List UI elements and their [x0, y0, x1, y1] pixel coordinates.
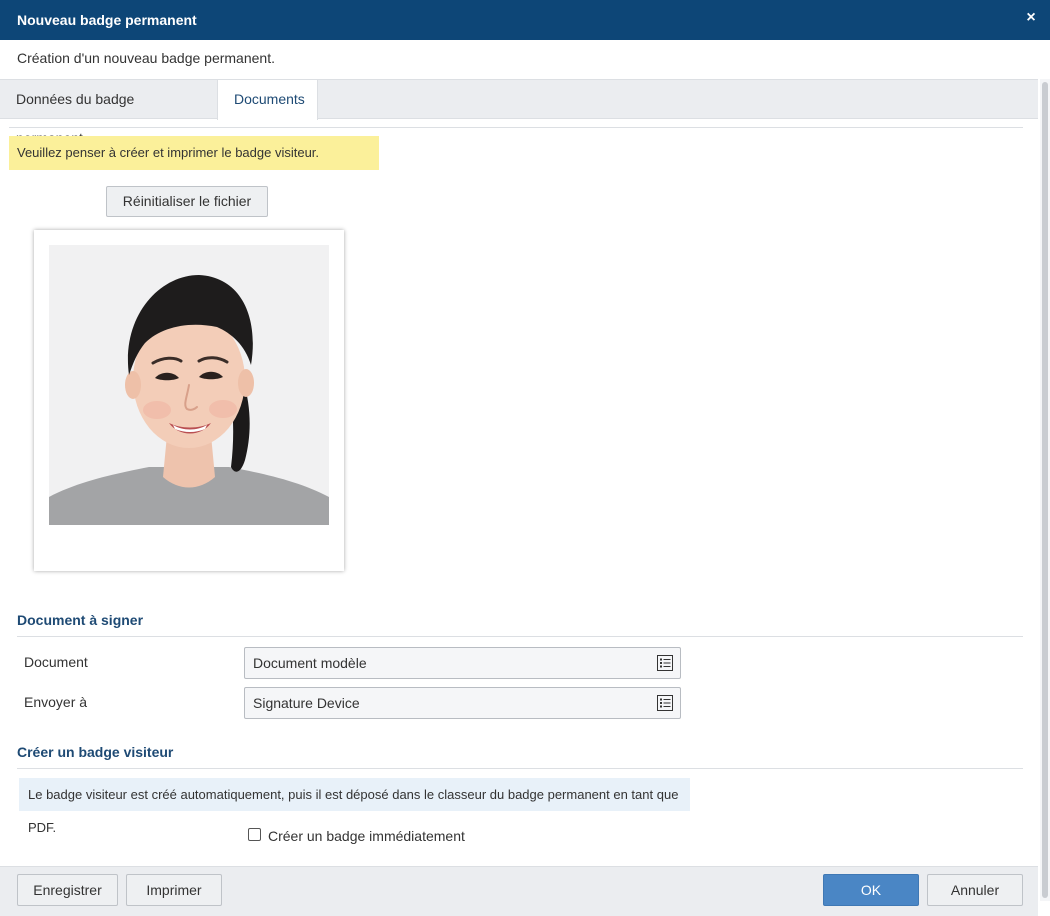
warning-banner: Veuillez penser à créer et imprimer le b… [9, 136, 379, 170]
portrait-photo [49, 245, 329, 531]
save-button[interactable]: Enregistrer [17, 874, 118, 906]
dialog-subtitle: Création d'un nouveau badge permanent. [17, 50, 275, 66]
send-to-select[interactable]: Signature Device [244, 687, 681, 719]
close-icon[interactable]: × [1022, 9, 1040, 27]
create-badge-label[interactable]: Créer un badge immédiatement [268, 828, 465, 844]
list-icon[interactable] [657, 695, 673, 711]
list-icon[interactable] [657, 655, 673, 671]
scrollbar-thumb[interactable] [1042, 82, 1048, 898]
photo-frame [34, 230, 344, 571]
reset-file-button[interactable]: Réinitialiser le fichier [106, 186, 268, 217]
section-title-sign: Document à signer [17, 612, 144, 628]
divider [17, 768, 1023, 769]
print-button[interactable]: Imprimer [126, 874, 222, 906]
cancel-button[interactable]: Annuler [927, 874, 1023, 906]
dialog-titlebar: Nouveau badge permanent × [0, 0, 1050, 40]
tab-documents[interactable]: Documents [217, 80, 318, 120]
document-select[interactable]: Document modèle [244, 647, 681, 679]
divider [9, 127, 1023, 128]
section-title-visitor: Créer un badge visiteur [17, 744, 174, 760]
send-to-value: Signature Device [253, 695, 360, 711]
tab-badge-data[interactable]: Données du badge permanent [0, 80, 217, 146]
divider [17, 636, 1023, 637]
tab-bar: Données du badge permanent Documents [0, 79, 1038, 146]
info-banner: Le badge visiteur est créé automatiqueme… [19, 778, 690, 835]
field-label-document: Document [24, 654, 88, 670]
create-badge-checkbox[interactable] [248, 828, 261, 841]
dialog-title: Nouveau badge permanent [17, 12, 197, 28]
field-label-send-to: Envoyer à [24, 694, 88, 710]
ok-button[interactable]: OK [823, 874, 919, 906]
document-value: Document modèle [253, 655, 367, 671]
